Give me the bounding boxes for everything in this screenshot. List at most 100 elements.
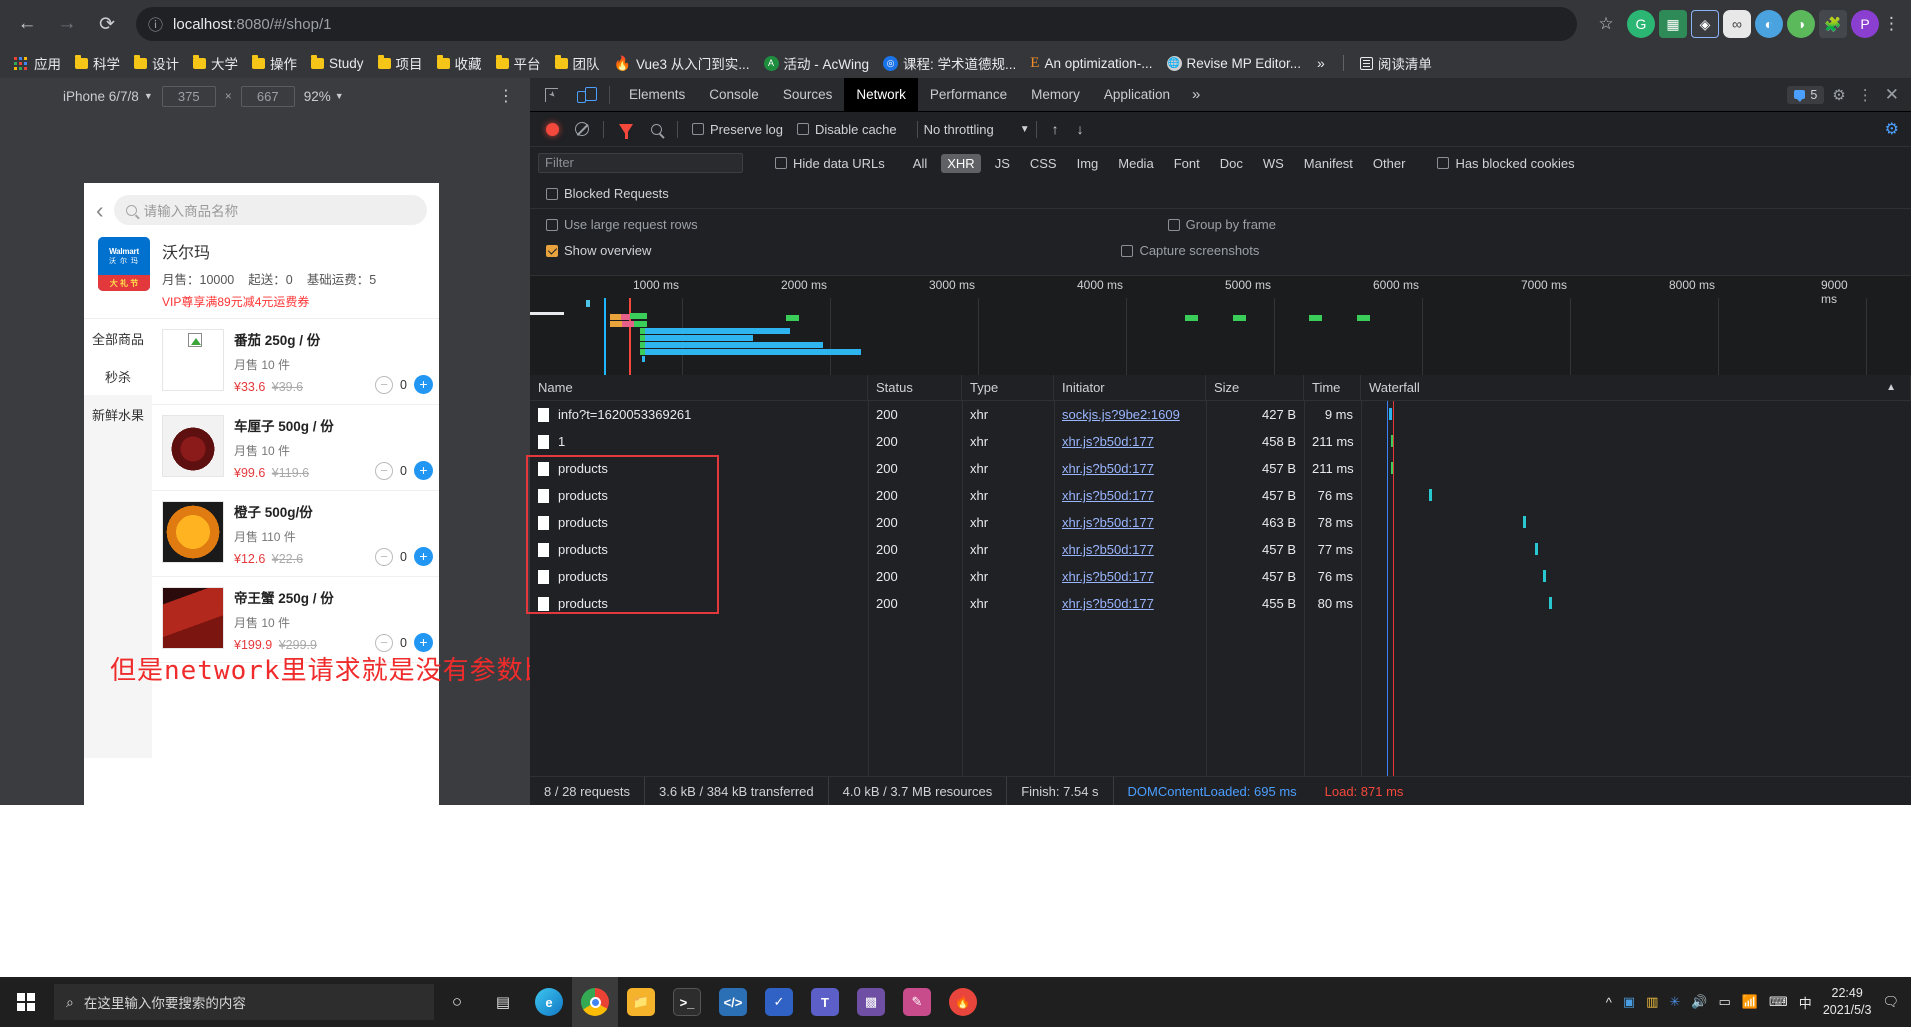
close-devtools-icon[interactable]: ✕ xyxy=(1881,85,1903,105)
start-button[interactable] xyxy=(0,977,52,1027)
ime-indicator[interactable]: 中 xyxy=(1799,993,1812,1012)
bookmark-optimization[interactable]: E An optimization-... xyxy=(1024,52,1158,75)
tabs-overflow-button[interactable]: » xyxy=(1182,86,1210,103)
tray-app-icon-3[interactable]: ✳ xyxy=(1669,994,1680,1010)
tray-app-icon-2[interactable]: ▥ xyxy=(1646,994,1658,1010)
bookmark-folder-7[interactable]: 收藏 xyxy=(431,50,488,76)
device-more-options-icon[interactable]: ⋮ xyxy=(498,86,522,106)
column-header-time[interactable]: Time xyxy=(1304,374,1361,401)
taskbar-app-todo[interactable]: ✓ xyxy=(756,977,802,1027)
table-row[interactable]: products 200 xhr xhr.js?b50d:177 457 B 7… xyxy=(530,482,1911,509)
bookmark-folder-2[interactable]: 设计 xyxy=(128,50,185,76)
bookmark-folder-4[interactable]: 操作 xyxy=(246,50,303,76)
disable-cache-checkbox[interactable]: Disable cache xyxy=(796,122,897,137)
import-har-icon[interactable]: ↑ xyxy=(1043,121,1068,137)
bookmarks-overflow-button[interactable]: » xyxy=(1309,55,1333,71)
site-info-icon[interactable]: ⓘ xyxy=(148,14,163,35)
bookmark-revise-mp[interactable]: 🌐 Revise MP Editor... xyxy=(1161,53,1308,74)
filter-type-media[interactable]: Media xyxy=(1112,154,1159,173)
decrease-quantity-button[interactable]: − xyxy=(375,375,393,394)
devtools-more-icon[interactable]: ⋮ xyxy=(1854,86,1877,104)
sidebar-item-all-products[interactable]: 全部商品 xyxy=(84,319,152,357)
increase-quantity-button[interactable]: + xyxy=(414,375,433,394)
product-row[interactable]: 车厘子 500g / 份 月售 10 件 ¥99.6 ¥119.6 − 0 + xyxy=(152,405,439,491)
blocked-requests-checkbox[interactable]: Blocked Requests xyxy=(546,186,669,201)
tab-network[interactable]: Network xyxy=(844,77,918,112)
column-header-type[interactable]: Type xyxy=(962,374,1054,401)
group-by-frame-checkbox[interactable]: Group by frame xyxy=(1167,217,1276,232)
filter-type-img[interactable]: Img xyxy=(1071,154,1105,173)
has-blocked-cookies-checkbox[interactable]: Has blocked cookies xyxy=(1437,156,1575,171)
device-zoom-selector[interactable]: 92% ▼ xyxy=(304,89,344,104)
task-view-button[interactable]: ▤ xyxy=(480,977,526,1027)
bookmark-folder-6[interactable]: 项目 xyxy=(372,50,429,76)
clock[interactable]: 22:49 2021/5/3 xyxy=(1823,985,1872,1019)
table-row[interactable]: 1 200 xhr xhr.js?b50d:177 458 B 211 ms xyxy=(530,428,1911,455)
request-initiator[interactable]: xhr.js?b50d:177 xyxy=(1054,563,1206,590)
initiator-link[interactable]: xhr.js?b50d:177 xyxy=(1062,461,1154,476)
message-count-badge[interactable]: 5 xyxy=(1787,85,1825,104)
taskbar-app-terminal[interactable]: >_ xyxy=(664,977,710,1027)
device-height-input[interactable]: 667 xyxy=(240,85,295,107)
decrease-quantity-button[interactable]: − xyxy=(375,461,393,480)
filter-type-doc[interactable]: Doc xyxy=(1214,154,1249,173)
network-overview-timeline[interactable]: 1000 ms 2000 ms 3000 ms 4000 ms 5000 ms … xyxy=(530,275,1911,375)
capture-screenshots-checkbox[interactable]: Capture screenshots xyxy=(1121,243,1259,258)
bookmark-apps[interactable]: 应用 xyxy=(8,50,67,76)
bookmark-acwing[interactable]: A 活动 - AcWing xyxy=(758,50,876,76)
decrease-quantity-button[interactable]: − xyxy=(375,633,393,652)
puzzle-extensions-icon[interactable]: 🧩 xyxy=(1819,10,1847,38)
request-initiator[interactable]: xhr.js?b50d:177 xyxy=(1054,428,1206,455)
preserve-log-checkbox[interactable]: Preserve log xyxy=(692,122,783,137)
grammarly-extension-icon[interactable]: G xyxy=(1627,10,1655,38)
request-initiator[interactable]: xhr.js?b50d:177 xyxy=(1054,590,1206,617)
chrome-menu-icon[interactable]: ⋮ xyxy=(1883,14,1901,34)
bookmark-folder-9[interactable]: 团队 xyxy=(549,50,606,76)
taskbar-app-notes[interactable]: ✎ xyxy=(894,977,940,1027)
filter-type-all[interactable]: All xyxy=(907,154,933,173)
cortana-button[interactable]: ○ xyxy=(434,977,480,1027)
show-overview-checkbox[interactable]: Show overview xyxy=(546,243,651,258)
request-initiator[interactable]: xhr.js?b50d:177 xyxy=(1054,536,1206,563)
network-settings-icon[interactable]: ⚙ xyxy=(1885,119,1903,139)
tray-expand-icon[interactable]: ^ xyxy=(1606,995,1612,1010)
battery-icon[interactable]: ▭ xyxy=(1719,994,1731,1010)
table-row[interactable]: products 200 xhr xhr.js?b50d:177 463 B 7… xyxy=(530,509,1911,536)
filter-type-xhr[interactable]: XHR xyxy=(941,153,981,173)
table-row[interactable]: info?t=1620053369261 200 xhr sockjs.js?9… xyxy=(530,401,1911,428)
address-bar[interactable]: ⓘ localhost:8080/#/shop/1 xyxy=(136,7,1577,41)
bookmark-folder-8[interactable]: 平台 xyxy=(490,50,547,76)
tab-elements[interactable]: Elements xyxy=(617,78,697,112)
shield-extension-icon[interactable]: ◈ xyxy=(1691,10,1719,38)
column-header-status[interactable]: Status xyxy=(868,374,962,401)
inspect-element-button[interactable] xyxy=(536,82,566,108)
increase-quantity-button[interactable]: + xyxy=(414,461,433,480)
network-icon[interactable]: 📶 xyxy=(1742,994,1758,1010)
filter-type-manifest[interactable]: Manifest xyxy=(1298,154,1359,173)
volume-icon[interactable]: 🔊 xyxy=(1691,994,1707,1010)
use-large-request-rows-checkbox[interactable]: Use large request rows xyxy=(546,217,698,232)
hide-data-urls-checkbox[interactable]: Hide data URLs xyxy=(775,156,885,171)
column-header-name[interactable]: Name xyxy=(530,374,868,401)
bookmark-folder-5[interactable]: Study xyxy=(305,53,370,74)
bookmark-course[interactable]: ◎ 课程: 学术道德规... xyxy=(877,50,1022,76)
request-initiator[interactable]: xhr.js?b50d:177 xyxy=(1054,455,1206,482)
bookmark-star-icon[interactable]: ☆ xyxy=(1589,7,1623,41)
reading-list-button[interactable]: 阅读清单 xyxy=(1354,50,1438,76)
filter-toggle-icon[interactable] xyxy=(619,123,633,139)
filter-type-other[interactable]: Other xyxy=(1367,154,1412,173)
product-search-input[interactable]: 请输入商品名称 xyxy=(113,195,427,225)
filter-type-font[interactable]: Font xyxy=(1168,154,1206,173)
device-selector[interactable]: iPhone 6/7/8 ▼ xyxy=(63,89,153,104)
filter-type-ws[interactable]: WS xyxy=(1257,154,1290,173)
column-header-waterfall[interactable]: Waterfall ▲ xyxy=(1361,374,1911,401)
initiator-link[interactable]: sockjs.js?9be2:1609 xyxy=(1062,407,1180,422)
tab-console[interactable]: Console xyxy=(697,78,771,112)
translate-extension-icon[interactable]: ◑ xyxy=(1787,10,1815,38)
toggle-device-toolbar-button[interactable] xyxy=(572,82,602,108)
sheets-extension-icon[interactable]: ▦ xyxy=(1659,10,1687,38)
table-row[interactable]: products 200 xhr xhr.js?b50d:177 457 B 7… xyxy=(530,563,1911,590)
initiator-link[interactable]: xhr.js?b50d:177 xyxy=(1062,596,1154,611)
profile-avatar[interactable]: P xyxy=(1851,10,1879,38)
taskbar-search-box[interactable]: ⌕ 在这里输入你要搜索的内容 xyxy=(54,984,434,1020)
